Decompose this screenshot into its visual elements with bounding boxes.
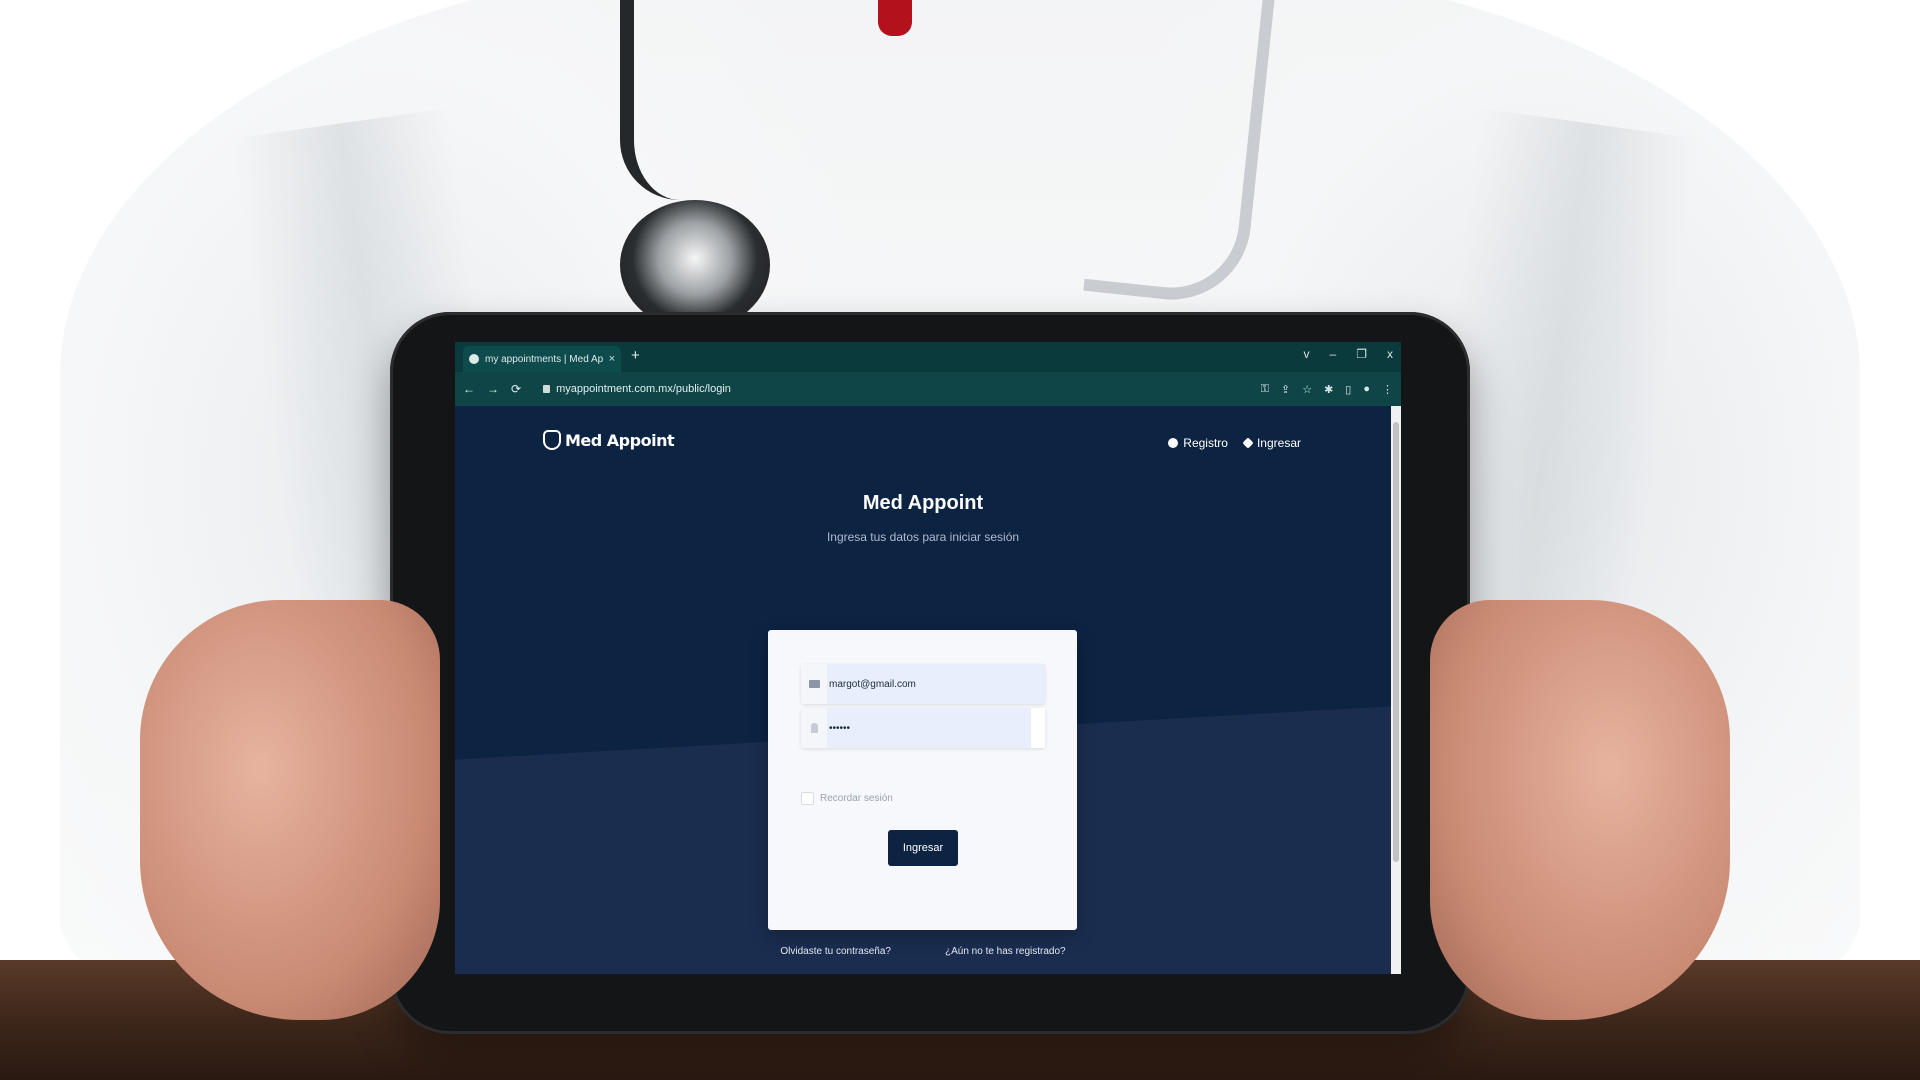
page-subtitle: Ingresa tus datos para iniciar sesión (826, 530, 1020, 544)
toolbar-icons: ⚿ ⇪ ☆ ✱ ▯ ● ⋮ (1261, 383, 1393, 396)
envelope-icon (801, 664, 827, 704)
email-field[interactable] (827, 678, 1027, 690)
remember-session[interactable]: Recordar sesión (801, 792, 893, 805)
url-text: myappointment.com.mx/public/login (556, 383, 731, 395)
address-bar[interactable]: myappointment.com.mx/public/login (533, 377, 1249, 401)
star-icon[interactable]: ☆ (1302, 383, 1312, 396)
minimize-icon[interactable]: – (1330, 347, 1337, 361)
stethoscope-tube (620, 0, 680, 200)
menu-icon[interactable]: ⋮ (1382, 383, 1393, 396)
extensions-icon[interactable]: ✱ (1324, 383, 1333, 396)
login-button[interactable]: Ingresar (888, 830, 958, 866)
user-icon (1168, 438, 1179, 448)
brand-name: Med Appoint (565, 430, 675, 450)
sidepanel-icon[interactable]: ▯ (1345, 383, 1351, 396)
share-icon[interactable]: ⇪ (1281, 383, 1290, 396)
tablet-screen: my appointments | Med Appoint × + v – ❐ … (455, 342, 1401, 974)
browser-tab[interactable]: my appointments | Med Appoint × (463, 346, 621, 372)
web-page: Med Appoint Registro Ingresar Med Appoin… (455, 406, 1401, 974)
lock-icon (801, 708, 827, 748)
footer-links: Olvidaste tu contraseña? ¿Aún no te has … (455, 946, 1391, 957)
close-icon[interactable]: × (609, 353, 615, 365)
email-field-wrapper (801, 664, 1045, 704)
remember-checkbox[interactable] (801, 792, 814, 805)
scrollbar[interactable] (1391, 406, 1401, 974)
page-title: Med Appoint (862, 492, 984, 514)
new-tab-button[interactable]: + (631, 347, 640, 364)
remember-label: Recordar sesión (820, 793, 893, 804)
key-icon (1242, 437, 1254, 449)
key-icon[interactable]: ⚿ (1261, 383, 1269, 396)
reload-icon[interactable]: ⟳ (511, 382, 521, 396)
top-nav: Registro Ingresar (1168, 436, 1301, 450)
right-hand (1430, 600, 1730, 1020)
logo-icon (543, 430, 561, 450)
profile-icon[interactable]: ● (1363, 383, 1370, 396)
browser-tab-bar: my appointments | Med Appoint × + v – ❐ … (455, 342, 1401, 372)
nav-login-label: Ingresar (1256, 436, 1301, 450)
lock-icon (543, 385, 551, 393)
nav-register-label: Registro (1183, 436, 1228, 450)
field-end (1031, 708, 1045, 748)
password-field[interactable] (827, 722, 1027, 734)
site-logo[interactable]: Med Appoint (543, 430, 675, 450)
red-tie (878, 0, 912, 36)
login-card: Recordar sesión Ingresar (768, 630, 1077, 930)
stethoscope-chestpiece (620, 200, 770, 330)
window-controls: v – ❐ x (1304, 347, 1393, 361)
scrollbar-thumb[interactable] (1393, 422, 1399, 862)
tab-search-icon[interactable]: v (1304, 347, 1310, 361)
left-hand (140, 600, 440, 1020)
browser-toolbar: ← → ⟳ myappointment.com.mx/public/login … (455, 372, 1401, 406)
forward-icon[interactable]: → (487, 382, 499, 396)
restore-icon[interactable]: ❐ (1356, 347, 1367, 361)
back-icon[interactable]: ← (463, 382, 475, 396)
password-field-wrapper (801, 708, 1045, 748)
tab-title: my appointments | Med Appoint (485, 353, 603, 365)
favicon-icon (469, 354, 479, 364)
register-link[interactable]: ¿Aún no te has registrado? (945, 946, 1066, 957)
nav-login[interactable]: Ingresar (1242, 436, 1301, 450)
nav-register[interactable]: Registro (1168, 436, 1228, 450)
close-window-icon[interactable]: x (1387, 347, 1393, 361)
forgot-password-link[interactable]: Olvidaste tu contraseña? (780, 946, 891, 957)
